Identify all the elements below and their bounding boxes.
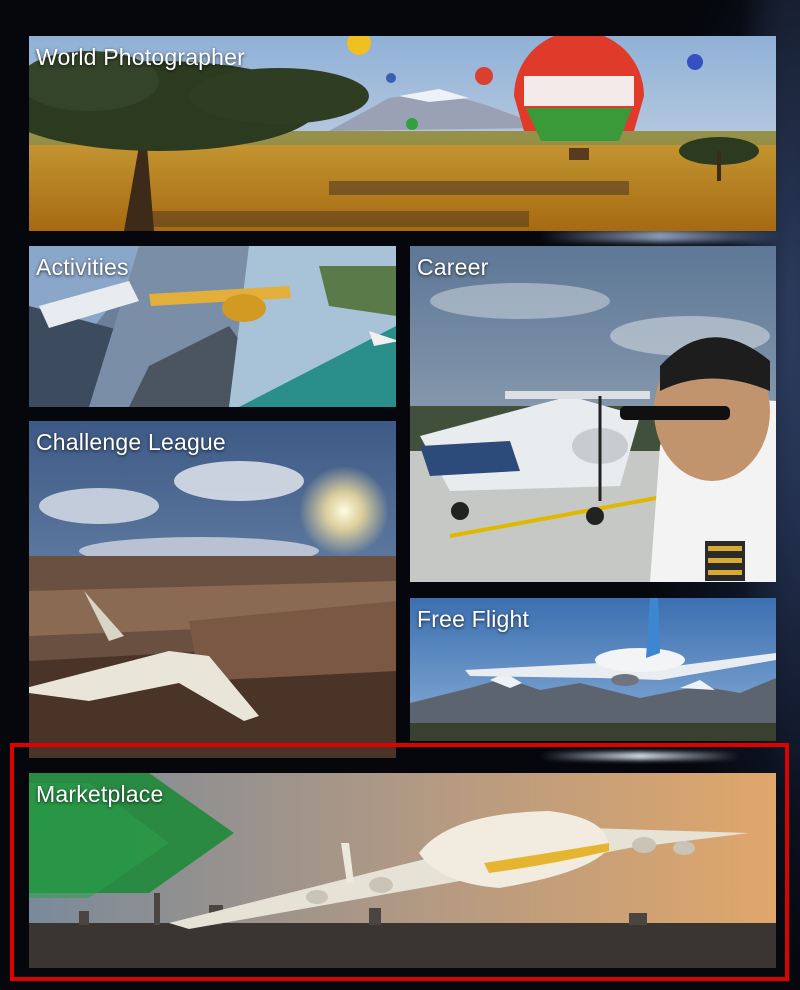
tile-label-marketplace: Marketplace [36,781,164,807]
tile-label-career: Career [417,254,489,280]
tile-challenge-league[interactable]: Challenge League [29,421,396,758]
tile-free-flight[interactable]: Free Flight [410,598,776,741]
tile-label-challenge-league: Challenge League [36,429,226,455]
horizon-glow [540,230,780,242]
tile-activities[interactable]: Activities [29,246,396,407]
horizon-glow-lower [540,752,740,760]
challenge-league-image [29,421,396,758]
tile-label-activities: Activities [36,254,129,280]
tile-label-world-photographer: World Photographer [36,44,246,70]
career-image [410,246,776,582]
tile-world-photographer[interactable]: World Photographer [29,36,776,231]
tile-label-free-flight: Free Flight [417,606,530,632]
tile-career[interactable]: Career [410,246,776,582]
tile-marketplace[interactable]: Marketplace [29,773,776,968]
